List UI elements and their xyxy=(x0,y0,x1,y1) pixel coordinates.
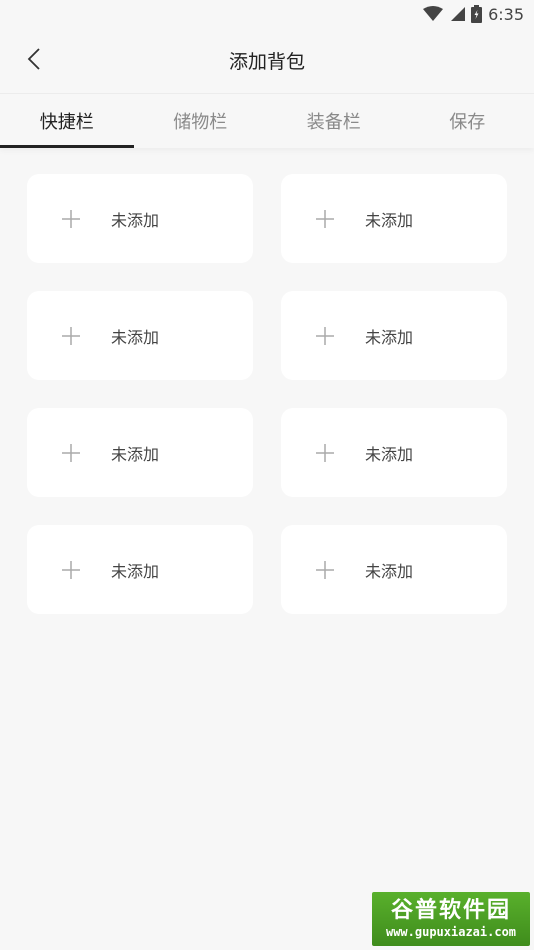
slot-label: 未添加 xyxy=(111,327,160,347)
watermark-logo: 谷普软件园 www.gupuxiazai.com xyxy=(372,892,530,946)
slot-label: 未添加 xyxy=(365,444,414,464)
tab-equipment[interactable]: 装备栏 xyxy=(267,94,401,148)
back-button[interactable] xyxy=(20,47,48,75)
slot-label: 未添加 xyxy=(365,561,414,581)
signal-icon xyxy=(449,6,466,22)
tab-storage[interactable]: 储物栏 xyxy=(134,94,268,148)
slot-grid: 未添加 未添加 未添加 未添加 未添加 未添加 未添加 未添加 xyxy=(0,148,534,614)
slot-card[interactable]: 未添加 xyxy=(27,408,253,497)
plus-icon xyxy=(61,560,81,580)
page-title: 添加背包 xyxy=(228,51,305,73)
plus-icon xyxy=(315,560,335,580)
tab-label: 保存 xyxy=(449,112,486,133)
slot-card[interactable]: 未添加 xyxy=(281,174,507,263)
plus-icon xyxy=(315,209,335,229)
tab-label: 储物栏 xyxy=(173,112,228,133)
wifi-icon xyxy=(423,6,444,22)
slot-card[interactable]: 未添加 xyxy=(281,408,507,497)
slot-label: 未添加 xyxy=(365,327,414,347)
chevron-left-icon xyxy=(27,47,41,74)
tab-quickbar[interactable]: 快捷栏 xyxy=(0,94,134,148)
slot-label: 未添加 xyxy=(111,444,160,464)
tab-label: 装备栏 xyxy=(306,112,361,133)
plus-icon xyxy=(61,326,81,346)
slot-card[interactable]: 未添加 xyxy=(281,291,507,380)
slot-card[interactable]: 未添加 xyxy=(281,525,507,614)
tab-bar: 快捷栏 储物栏 装备栏 保存 xyxy=(0,94,534,148)
slot-label: 未添加 xyxy=(365,210,414,230)
app-bar: 添加背包 xyxy=(0,28,534,94)
watermark-url: www.gupuxiazai.com xyxy=(385,925,517,939)
plus-icon xyxy=(61,443,81,463)
slot-card[interactable]: 未添加 xyxy=(27,291,253,380)
battery-icon xyxy=(471,5,483,23)
slot-label: 未添加 xyxy=(111,561,160,581)
slot-label: 未添加 xyxy=(111,210,160,230)
plus-icon xyxy=(61,209,81,229)
slot-card[interactable]: 未添加 xyxy=(27,525,253,614)
tab-save[interactable]: 保存 xyxy=(401,94,534,148)
status-bar: 6:35 xyxy=(0,0,534,28)
watermark-title: 谷普软件园 xyxy=(390,898,511,923)
status-time: 6:35 xyxy=(488,4,524,24)
plus-icon xyxy=(315,326,335,346)
slot-card[interactable]: 未添加 xyxy=(27,174,253,263)
plus-icon xyxy=(315,443,335,463)
tab-label: 快捷栏 xyxy=(39,112,94,133)
